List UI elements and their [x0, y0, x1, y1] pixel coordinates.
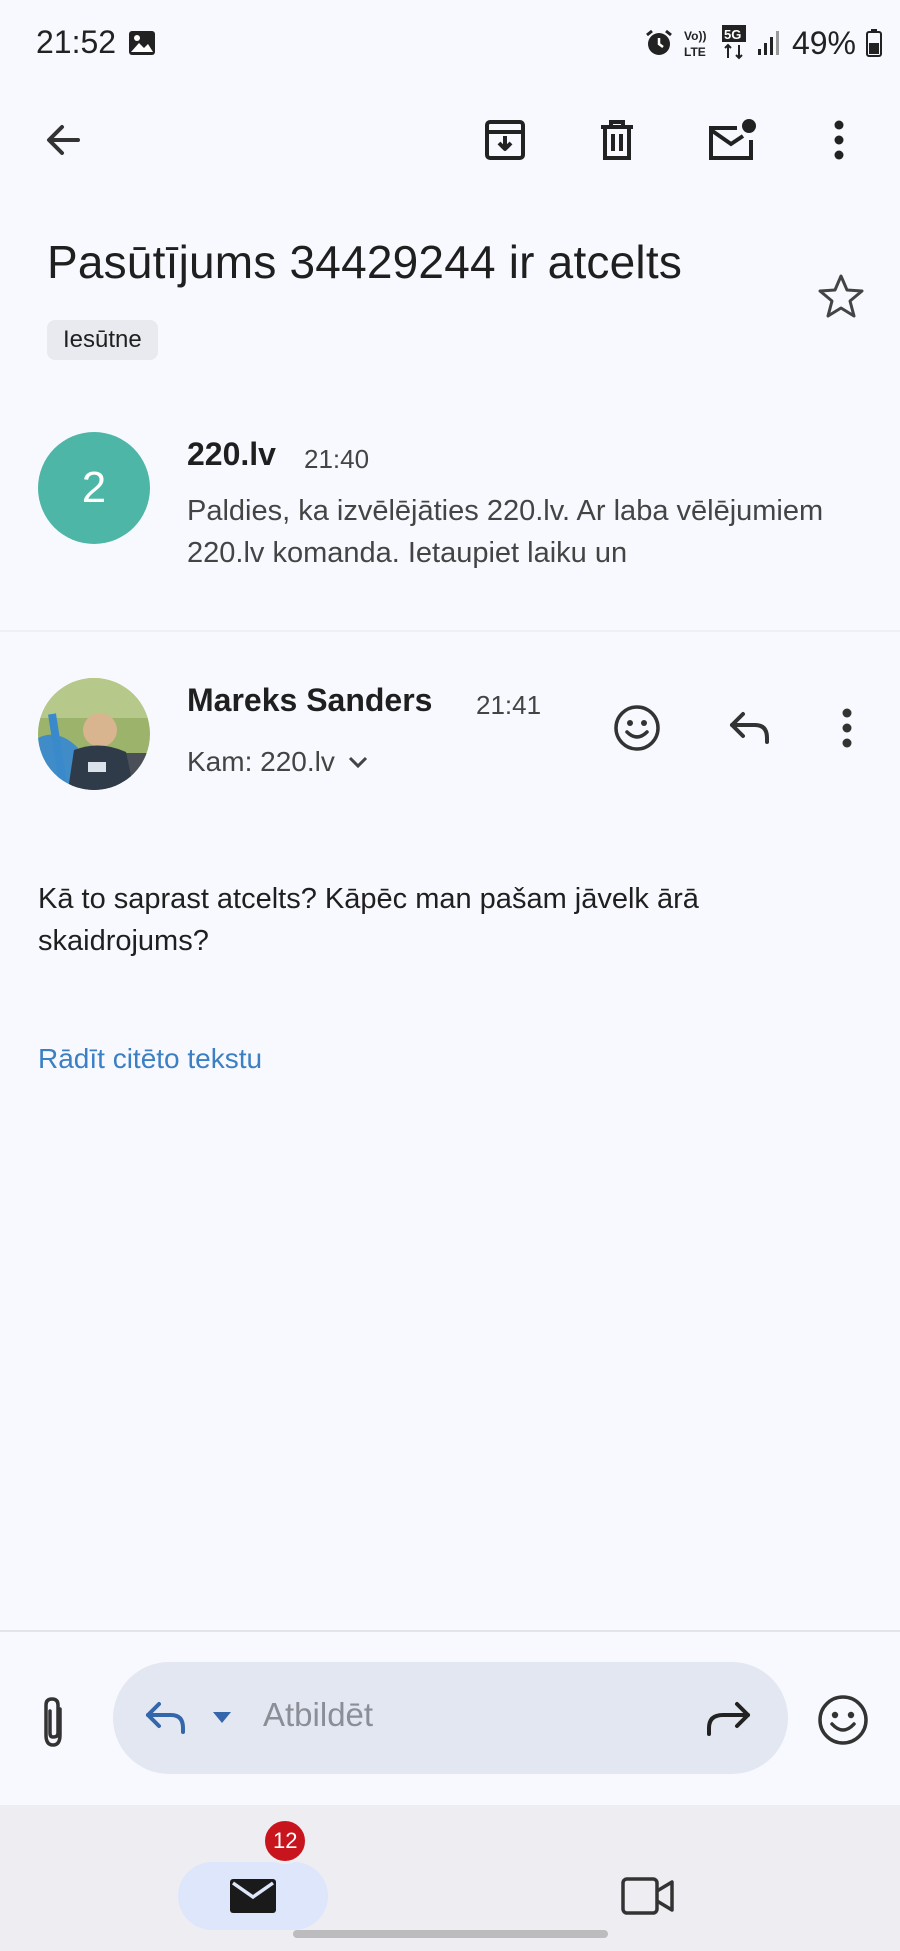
mark-unread-icon — [709, 119, 756, 160]
signal-icon — [757, 31, 779, 55]
label-chip-inbox[interactable]: Iesūtne — [47, 320, 158, 360]
sender-name: Mareks Sanders — [187, 682, 433, 718]
message-body: Kā to saprast atcelts? Kāpēc man pašam j… — [38, 883, 699, 957]
emoji-icon[interactable] — [816, 1693, 870, 1747]
message-divider — [0, 630, 900, 632]
gesture-navigation-bar[interactable] — [293, 1930, 608, 1938]
volte-icon: Vo)) LTE — [684, 29, 706, 59]
message-more-button[interactable] — [815, 696, 879, 760]
message-time: 21:40 — [304, 444, 370, 474]
delete-icon — [601, 120, 633, 160]
reply-icon[interactable] — [143, 1696, 189, 1740]
reply-input[interactable]: Atbildēt — [113, 1662, 788, 1774]
message-snippet: Paldies, ka izvēlējāties 220.lv. Ar laba… — [187, 495, 824, 569]
delete-button[interactable] — [582, 95, 652, 185]
5g-icon: 5G — [721, 25, 746, 60]
svg-text:5G: 5G — [724, 27, 741, 42]
battery-icon — [866, 29, 882, 57]
recipient-details-toggle[interactable]: Kam: 220.lv — [187, 746, 369, 778]
profile-photo-image — [38, 678, 150, 790]
status-time: 21:52 — [36, 24, 117, 60]
unread-count-badge: 12 — [262, 1818, 309, 1864]
email-subject: Pasūtījums 34429244 ir atcelts — [47, 236, 683, 288]
nav-mail-tab[interactable] — [178, 1862, 328, 1930]
add-reaction-button[interactable] — [605, 696, 669, 760]
mail-icon — [230, 1879, 276, 1913]
forward-icon[interactable] — [703, 1696, 753, 1740]
svg-text:Vo)): Vo)) — [684, 29, 706, 43]
sender-avatar-photo[interactable] — [38, 678, 150, 790]
more-vert-icon — [842, 708, 852, 748]
archive-button[interactable] — [470, 95, 540, 185]
message-time: 21:41 — [476, 690, 542, 720]
more-options-button[interactable] — [804, 95, 874, 185]
sender-name: 220.lv — [187, 436, 276, 472]
chevron-down-icon — [348, 756, 367, 769]
more-vert-icon — [834, 120, 844, 160]
reply-bar-divider — [0, 1630, 900, 1632]
alarm-icon — [646, 29, 672, 55]
battery-percent: 49% — [791, 24, 856, 61]
email-toolbar — [0, 95, 900, 185]
reply-button[interactable] — [718, 696, 782, 760]
svg-text:LTE: LTE — [684, 45, 706, 59]
emoji-icon — [614, 705, 660, 751]
caret-down-icon[interactable] — [211, 1710, 233, 1726]
status-bar: 21:52 Vo)) LTE 5G 49% — [0, 0, 900, 90]
back-button[interactable] — [28, 95, 98, 185]
show-quoted-text-link[interactable]: Rādīt citēto tekstu — [38, 1043, 262, 1075]
mark-unread-button[interactable] — [697, 95, 767, 185]
recipient-text: Kam: 220.lv — [187, 746, 335, 777]
sender-avatar-letter[interactable]: 2 — [38, 432, 150, 544]
reply-icon — [730, 712, 769, 744]
status-right-cluster: Vo)) LTE 5G 49% — [644, 22, 882, 64]
image-notification-icon — [129, 31, 155, 55]
attach-button[interactable] — [28, 1690, 78, 1754]
arrow-back-icon — [47, 125, 80, 155]
star-icon[interactable] — [816, 272, 866, 322]
archive-icon — [485, 120, 525, 160]
reply-placeholder: Atbildēt — [263, 1696, 374, 1733]
video-camera-icon[interactable] — [620, 1874, 676, 1918]
email-view-screen: 21:52 Vo)) LTE 5G 49% Pasūtījums 3442924… — [0, 0, 900, 1951]
attachment-icon — [44, 1697, 62, 1747]
